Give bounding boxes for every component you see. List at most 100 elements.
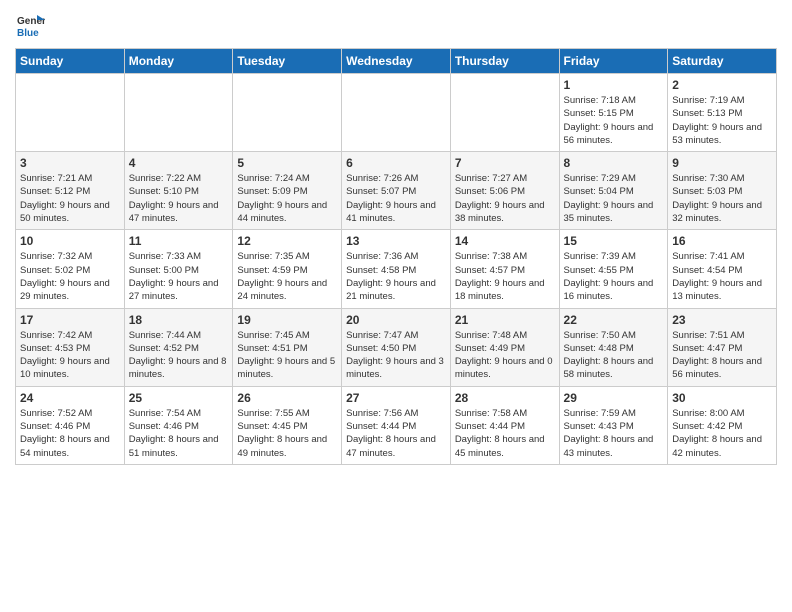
col-header-wednesday: Wednesday [342,49,451,74]
calendar-cell: 17 Sunrise: 7:42 AMSunset: 4:53 PMDayligh… [16,308,125,386]
calendar-cell: 4Sunrise: 7:22 AMSunset: 5:10 PMDaylight… [124,152,233,230]
calendar-cell: 12 Sunrise: 7:35 AMSunset: 4:59 PMDayligh… [233,230,342,308]
day-info: Sunrise: 7:50 AMSunset: 4:48 PMDaylight:… [564,329,664,382]
day-info: Sunrise: 7:39 AMSunset: 4:55 PMDaylight:… [564,250,664,303]
day-info: Sunrise: 7:56 AMSunset: 4:44 PMDaylight:… [346,407,446,460]
day-info: Sunrise: 7:47 AMSunset: 4:50 PMDaylight:… [346,329,446,382]
day-info: Sunrise: 7:52 AMSunset: 4:46 PMDaylight:… [20,407,120,460]
calendar-cell: 20 Sunrise: 7:47 AMSunset: 4:50 PMDayligh… [342,308,451,386]
day-number: 19 [237,313,337,327]
calendar-cell: 15 Sunrise: 7:39 AMSunset: 4:55 PMDayligh… [559,230,668,308]
day-info: Sunrise: 7:54 AMSunset: 4:46 PMDaylight:… [129,407,229,460]
day-info: Sunrise: 7:44 AMSunset: 4:52 PMDaylight:… [129,329,229,382]
day-number: 17 [20,313,120,327]
calendar-cell: 5 Sunrise: 7:24 AMSunset: 5:09 PMDaylight… [233,152,342,230]
day-number: 20 [346,313,446,327]
day-info: Sunrise: 7:48 AMSunset: 4:49 PMDaylight:… [455,329,555,382]
calendar-cell: 9 Sunrise: 7:30 AMSunset: 5:03 PMDaylight… [668,152,777,230]
calendar-cell: 10 Sunrise: 7:32 AMSunset: 5:02 PMDayligh… [16,230,125,308]
logo: General Blue [15,10,49,40]
day-number: 12 [237,234,337,248]
calendar-cell: 16 Sunrise: 7:41 AMSunset: 4:54 PMDayligh… [668,230,777,308]
day-info: Sunrise: 7:33 AMSunset: 5:00 PMDaylight:… [129,250,229,303]
col-header-thursday: Thursday [450,49,559,74]
calendar-cell: 30 Sunrise: 8:00 AMSunset: 4:42 PMDayligh… [668,386,777,464]
calendar-cell: 6 Sunrise: 7:26 AMSunset: 5:07 PMDaylight… [342,152,451,230]
day-number: 26 [237,391,337,405]
calendar-cell [16,74,125,152]
calendar-cell: 23 Sunrise: 7:51 AMSunset: 4:47 PMDayligh… [668,308,777,386]
calendar-cell: 1 Sunrise: 7:18 AMSunset: 5:15 PMDaylight… [559,74,668,152]
calendar-cell: 24 Sunrise: 7:52 AMSunset: 4:46 PMDayligh… [16,386,125,464]
day-number: 23 [672,313,772,327]
day-number: 10 [20,234,120,248]
day-info: Sunrise: 7:36 AMSunset: 4:58 PMDaylight:… [346,250,446,303]
calendar-cell: 8 Sunrise: 7:29 AMSunset: 5:04 PMDaylight… [559,152,668,230]
day-info: Sunrise: 7:42 AMSunset: 4:53 PMDaylight:… [20,329,120,382]
calendar-cell: 13Sunrise: 7:36 AMSunset: 4:58 PMDayligh… [342,230,451,308]
calendar-cell: 28 Sunrise: 7:58 AMSunset: 4:44 PMDayligh… [450,386,559,464]
day-info: Sunrise: 7:26 AMSunset: 5:07 PMDaylight:… [346,172,446,225]
col-header-tuesday: Tuesday [233,49,342,74]
day-info: Sunrise: 7:38 AMSunset: 4:57 PMDaylight:… [455,250,555,303]
day-info: Sunrise: 7:30 AMSunset: 5:03 PMDaylight:… [672,172,772,225]
calendar-cell: 29 Sunrise: 7:59 AMSunset: 4:43 PMDayligh… [559,386,668,464]
calendar-cell: 27 Sunrise: 7:56 AMSunset: 4:44 PMDayligh… [342,386,451,464]
day-info: Sunrise: 7:27 AMSunset: 5:06 PMDaylight:… [455,172,555,225]
day-number: 3 [20,156,120,170]
day-number: 2 [672,78,772,92]
day-info: Sunrise: 7:19 AMSunset: 5:13 PMDaylight:… [672,94,772,147]
day-info: Sunrise: 7:35 AMSunset: 4:59 PMDaylight:… [237,250,337,303]
calendar-cell [342,74,451,152]
day-info: Sunrise: 7:51 AMSunset: 4:47 PMDaylight:… [672,329,772,382]
day-info: Sunrise: 7:22 AMSunset: 5:10 PMDaylight:… [129,172,229,225]
day-info: Sunrise: 7:21 AMSunset: 5:12 PMDaylight:… [20,172,120,225]
calendar-cell [124,74,233,152]
day-number: 5 [237,156,337,170]
calendar-cell: 26 Sunrise: 7:55 AMSunset: 4:45 PMDayligh… [233,386,342,464]
day-info: Sunrise: 7:32 AMSunset: 5:02 PMDaylight:… [20,250,120,303]
day-info: Sunrise: 7:41 AMSunset: 4:54 PMDaylight:… [672,250,772,303]
day-number: 30 [672,391,772,405]
col-header-friday: Friday [559,49,668,74]
day-number: 21 [455,313,555,327]
day-info: Sunrise: 7:55 AMSunset: 4:45 PMDaylight:… [237,407,337,460]
day-number: 14 [455,234,555,248]
day-number: 27 [346,391,446,405]
calendar-cell: 18 Sunrise: 7:44 AMSunset: 4:52 PMDayligh… [124,308,233,386]
day-info: Sunrise: 7:18 AMSunset: 5:15 PMDaylight:… [564,94,664,147]
col-header-saturday: Saturday [668,49,777,74]
day-number: 16 [672,234,772,248]
day-info: Sunrise: 7:58 AMSunset: 4:44 PMDaylight:… [455,407,555,460]
calendar-cell: 25 Sunrise: 7:54 AMSunset: 4:46 PMDayligh… [124,386,233,464]
calendar-cell: 19 Sunrise: 7:45 AMSunset: 4:51 PMDayligh… [233,308,342,386]
svg-text:Blue: Blue [17,28,39,39]
day-number: 29 [564,391,664,405]
day-number: 22 [564,313,664,327]
day-number: 15 [564,234,664,248]
day-number: 8 [564,156,664,170]
calendar-cell: 22 Sunrise: 7:50 AMSunset: 4:48 PMDayligh… [559,308,668,386]
day-info: Sunrise: 7:29 AMSunset: 5:04 PMDaylight:… [564,172,664,225]
day-number: 28 [455,391,555,405]
day-info: Sunrise: 8:00 AMSunset: 4:42 PMDaylight:… [672,407,772,460]
day-number: 11 [129,234,229,248]
col-header-monday: Monday [124,49,233,74]
day-number: 25 [129,391,229,405]
calendar-cell [233,74,342,152]
calendar-cell: 3 Sunrise: 7:21 AMSunset: 5:12 PMDaylight… [16,152,125,230]
calendar-cell: 14 Sunrise: 7:38 AMSunset: 4:57 PMDayligh… [450,230,559,308]
day-info: Sunrise: 7:59 AMSunset: 4:43 PMDaylight:… [564,407,664,460]
day-number: 24 [20,391,120,405]
day-number: 18 [129,313,229,327]
day-number: 6 [346,156,446,170]
day-number: 7 [455,156,555,170]
calendar-cell: 7 Sunrise: 7:27 AMSunset: 5:06 PMDaylight… [450,152,559,230]
calendar-cell: 11 Sunrise: 7:33 AMSunset: 5:00 PMDayligh… [124,230,233,308]
day-number: 9 [672,156,772,170]
day-info: Sunrise: 7:45 AMSunset: 4:51 PMDaylight:… [237,329,337,382]
day-info: Sunrise: 7:24 AMSunset: 5:09 PMDaylight:… [237,172,337,225]
calendar-cell: 21 Sunrise: 7:48 AMSunset: 4:49 PMDayligh… [450,308,559,386]
day-number: 1 [564,78,664,92]
calendar-cell [450,74,559,152]
